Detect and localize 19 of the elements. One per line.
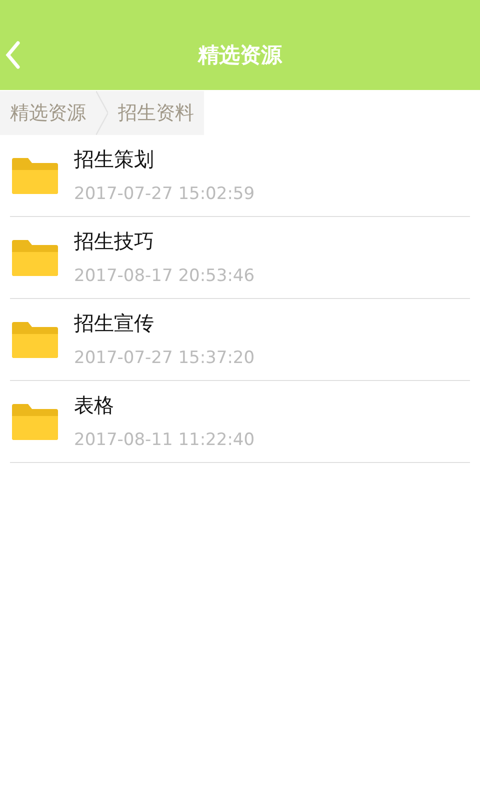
folder-row[interactable]: 招生宣传 2017-07-27 15:37:20	[10, 299, 470, 381]
folder-name: 招生策划	[74, 146, 155, 173]
back-icon	[5, 41, 21, 69]
folder-icon	[12, 404, 58, 440]
folder-name: 招生技巧	[74, 228, 155, 255]
folder-icon	[12, 240, 58, 276]
folder-icon	[12, 322, 58, 358]
folder-row[interactable]: 招生策划 2017-07-27 15:02:59	[10, 135, 470, 217]
back-button[interactable]	[4, 40, 22, 70]
folder-name: 表格	[74, 392, 115, 419]
folder-date: 2017-07-27 15:37:20	[74, 346, 255, 370]
folder-date: 2017-08-17 20:53:46	[74, 264, 255, 288]
folder-row[interactable]: 招生技巧 2017-08-17 20:53:46	[10, 217, 470, 299]
page-title: 精选资源	[198, 42, 282, 69]
folder-date: 2017-07-27 15:02:59	[74, 182, 255, 206]
folder-icon	[12, 158, 58, 194]
folder-row[interactable]: 表格 2017-08-11 11:22:40	[10, 381, 470, 463]
folder-date: 2017-08-11 11:22:40	[74, 428, 255, 452]
folder-name: 招生宣传	[74, 310, 155, 337]
